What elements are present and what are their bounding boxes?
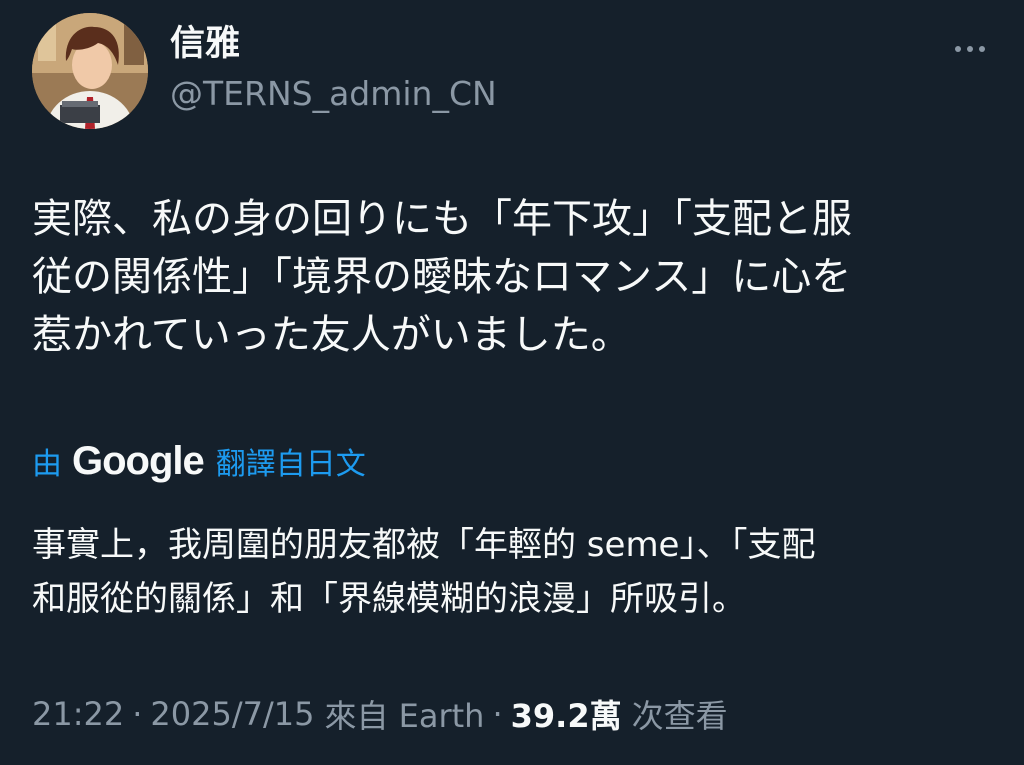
username-handle[interactable]: @TERNS_admin_CN <box>170 72 497 116</box>
translation-toggle[interactable]: 由 Google 翻譯自日文 <box>32 438 366 484</box>
translation-language-label: 翻譯自日文 <box>215 447 366 482</box>
display-name[interactable]: 信雅 <box>170 22 240 66</box>
translation-by-label: 由 <box>32 447 62 482</box>
tweet-source: 來自 Earth <box>324 697 485 735</box>
tweet-text: 実際、私の身の回りにも「年下攻」「支配と服 従の関係性」「境界の曖昧なロマンス」… <box>32 196 852 358</box>
meta-separator: · <box>132 695 143 733</box>
views-count: 39.2萬 <box>510 697 622 735</box>
more-horizontal-icon <box>952 37 988 56</box>
more-options-button[interactable] <box>940 24 1000 68</box>
tweet-date[interactable]: 2025/7/15 <box>150 695 314 733</box>
translated-text: 事實上，我周圍的朋友都被「年輕的 seme」、「支配 和服從的關係」和「界線模糊… <box>32 525 816 619</box>
tweet-meta: 21:22 · 2025/7/15 來自 Earth · 39.2萬 次查看 <box>32 690 728 738</box>
avatar[interactable] <box>32 13 148 129</box>
meta-separator-2: · <box>492 695 503 733</box>
google-logo: Google <box>72 438 205 483</box>
views-label: 次查看 <box>631 697 728 735</box>
tweet: 信雅 @TERNS_admin_CN 実際、私の身の回りにも「年下攻」「支配と服… <box>0 0 1024 765</box>
tweet-time[interactable]: 21:22 <box>32 695 124 733</box>
avatar-image <box>32 13 148 129</box>
